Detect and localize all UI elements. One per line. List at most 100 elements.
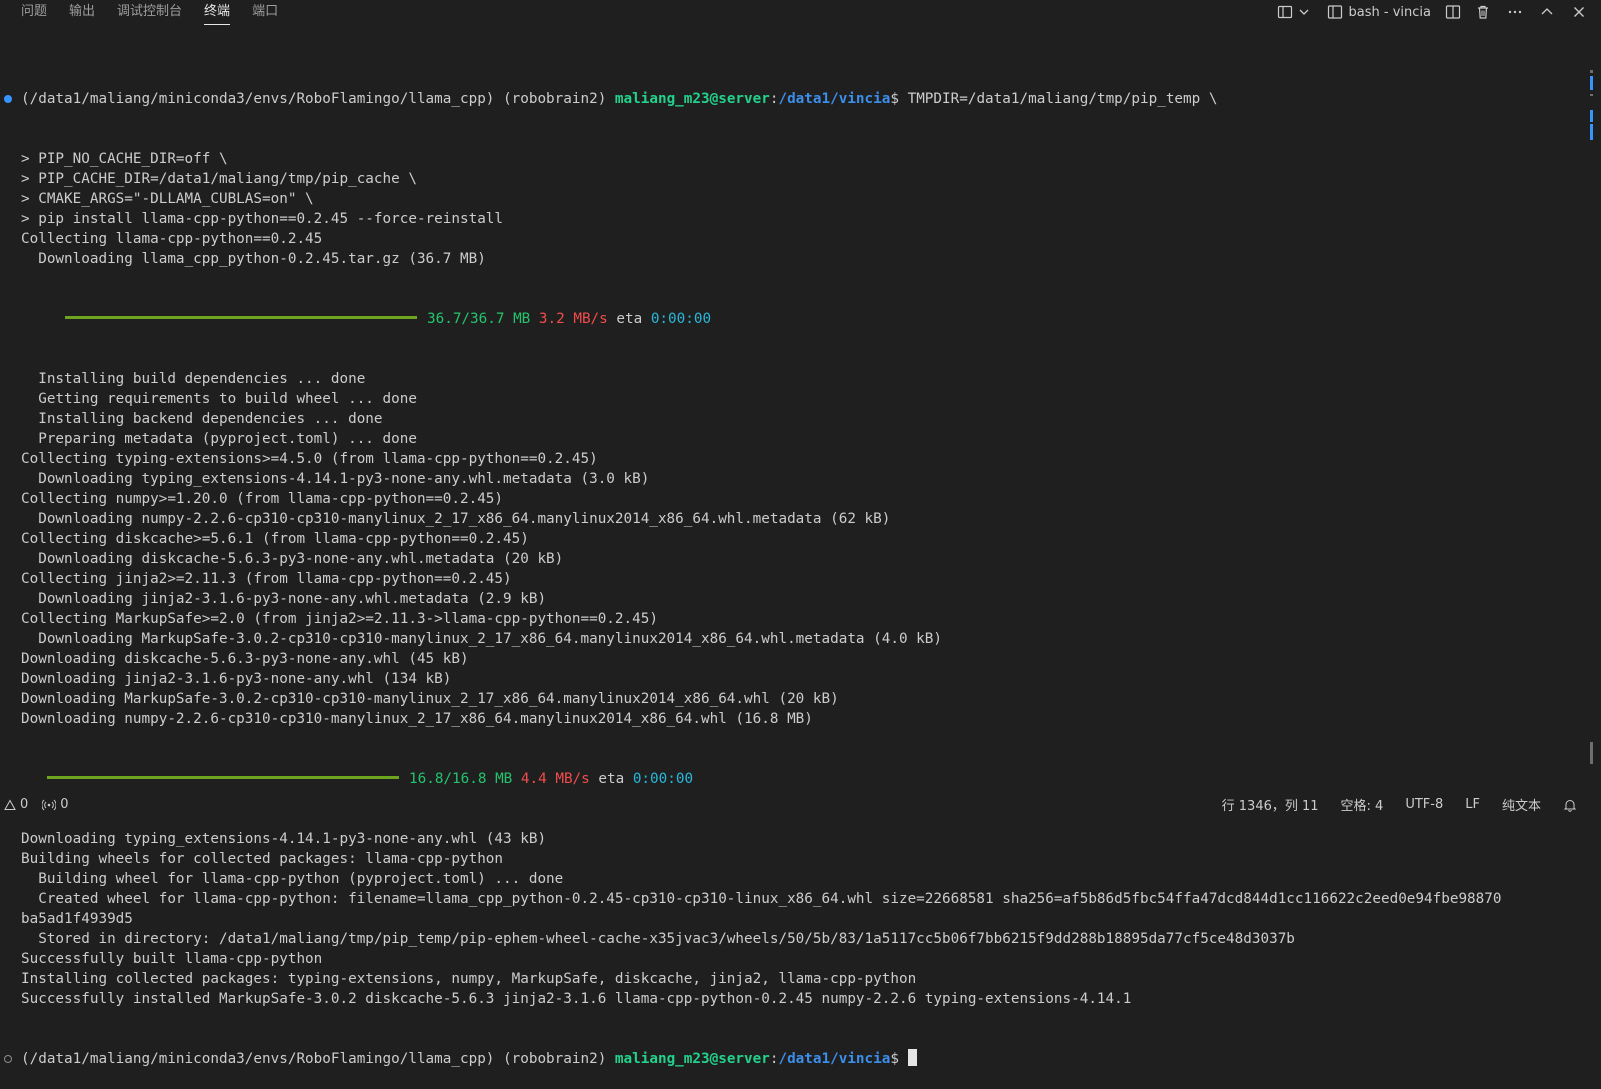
terminal-icon	[1327, 5, 1342, 19]
panel-actions: bash - vincia	[1267, 0, 1601, 24]
terminal-line: Downloading typing_extensions-4.14.1-py3…	[21, 831, 547, 847]
terminal-line: Downloading diskcache-5.6.3-py3-none-any…	[21, 651, 469, 667]
prompt-cwd: /data1/vincia	[778, 1051, 891, 1067]
status-bar: 0 0 行 1346，列 11 空格: 4 UTF-8 LF 纯文本	[0, 792, 1601, 817]
terminal-line: Downloading jinja2-3.1.6-py3-none-any.wh…	[21, 591, 547, 607]
scroll-mark	[1590, 742, 1593, 764]
progress-speed: 4.4 MB/s	[520, 771, 590, 787]
split-layout-icon	[1277, 5, 1292, 19]
terminal-line: Successfully built llama-cpp-python	[21, 951, 323, 967]
terminal-line-command: (/data1/maliang/miniconda3/envs/RoboFlam…	[0, 89, 1580, 109]
cursor-position[interactable]: 行 1346，列 11	[1222, 795, 1319, 814]
terminal-line: Installing backend dependencies ... done	[21, 411, 383, 427]
prompt-user-host: maliang_m23@server	[614, 1051, 770, 1067]
panel-tabs: 问题 输出 调试控制台 终端 端口	[0, 0, 289, 25]
progress-bar	[65, 315, 417, 319]
terminal-line: Downloading numpy-2.2.6-cp310-cp310-many…	[21, 511, 891, 527]
progress-size: 36.7/36.7 MB	[427, 311, 531, 327]
terminal-line: Preparing metadata (pyproject.toml) ... …	[21, 431, 417, 447]
chevron-down-icon	[1299, 9, 1308, 15]
terminal-line: ba5ad1f4939d5	[21, 911, 133, 927]
terminal-line: Collecting numpy>=1.20.0 (from llama-cpp…	[21, 491, 504, 507]
terminal-line: Downloading MarkupSafe-3.0.2-cp310-cp310…	[21, 631, 942, 647]
scroll-mark	[1590, 70, 1593, 73]
command-success-icon[interactable]	[4, 95, 12, 103]
progress-eta: 0:00:00	[632, 771, 694, 787]
terminal-line: Downloading MarkupSafe-3.0.2-cp310-cp310…	[21, 691, 839, 707]
terminal-line: Successfully installed MarkupSafe-3.0.2 …	[21, 991, 1132, 1007]
warnings-count: 0	[20, 797, 29, 812]
terminal-line: Collecting typing-extensions>=4.5.0 (fro…	[21, 451, 598, 467]
terminal-line: Downloading diskcache-5.6.3-py3-none-any…	[21, 551, 564, 567]
encoding[interactable]: UTF-8	[1405, 797, 1443, 812]
progress-eta-label: eta	[616, 311, 643, 327]
terminal-line: Collecting jinja2>=2.11.3 (from llama-cp…	[21, 571, 512, 587]
prompt-colon: :	[769, 1051, 779, 1067]
tab-debug-console[interactable]: 调试控制台	[106, 0, 193, 22]
prompt-user-host: maliang_m23@server	[614, 91, 770, 107]
tab-problems[interactable]: 问题	[10, 0, 58, 22]
prompt-dollar: $	[890, 1051, 908, 1067]
prompt-env: (/data1/maliang/miniconda3/envs/RoboFlam…	[21, 91, 615, 107]
scroll-mark	[1590, 76, 1593, 90]
tab-terminal[interactable]: 终端	[193, 0, 241, 25]
ports-status[interactable]: 0	[42, 797, 69, 812]
ports-count: 0	[60, 797, 69, 812]
problems-status[interactable]: 0	[4, 797, 28, 812]
maximize-icon	[1541, 8, 1553, 15]
prompt-dollar: $	[890, 91, 908, 107]
terminal-line: > PIP_CACHE_DIR=/data1/maliang/tmp/pip_c…	[21, 171, 417, 187]
end-of-line[interactable]: LF	[1465, 797, 1480, 812]
layout-button[interactable]	[1277, 1, 1311, 23]
terminal-line: Collecting diskcache>=5.6.1 (from llama-…	[21, 531, 529, 547]
more-actions-button[interactable]	[1507, 1, 1523, 23]
terminal-line: Installing collected packages: typing-ex…	[21, 971, 917, 987]
close-panel-button[interactable]	[1571, 1, 1587, 23]
progress-eta: 0:00:00	[650, 311, 712, 327]
command-pending-icon[interactable]	[4, 1055, 12, 1063]
terminal-line: > pip install llama-cpp-python==0.2.45 -…	[21, 211, 504, 227]
terminal-line: Stored in directory: /data1/maliang/tmp/…	[21, 931, 1295, 947]
language-mode[interactable]: 纯文本	[1502, 795, 1541, 814]
prompt-env: (/data1/maliang/miniconda3/envs/RoboFlam…	[21, 1051, 615, 1067]
command-text: TMPDIR=/data1/maliang/tmp/pip_temp \	[907, 91, 1218, 107]
terminal-line: Downloading typing_extensions-4.14.1-py3…	[21, 471, 650, 487]
progress-bar	[47, 775, 399, 779]
terminal-line: Downloading llama_cpp_python-0.2.45.tar.…	[21, 251, 486, 267]
terminal-cursor	[907, 1048, 917, 1066]
panel-header: 问题 输出 调试控制台 终端 端口 bash - vincia	[0, 0, 1601, 26]
terminal-line: Building wheel for llama-cpp-python (pyp…	[21, 871, 564, 887]
progress-line: 16.8/16.8 MB 4.4 MB/s eta 0:00:00	[0, 769, 1580, 789]
terminal-line: Downloading jinja2-3.1.6-py3-none-any.wh…	[21, 671, 452, 687]
terminal-selector[interactable]: bash - vincia	[1327, 1, 1431, 23]
terminal-line: Getting requirements to build wheel ... …	[21, 391, 417, 407]
progress-eta-label: eta	[598, 771, 625, 787]
kill-terminal-button[interactable]	[1475, 1, 1491, 23]
indentation[interactable]: 空格: 4	[1341, 795, 1384, 814]
prompt-cwd: /data1/vincia	[778, 91, 891, 107]
progress-size: 16.8/16.8 MB	[409, 771, 513, 787]
notifications-button[interactable]	[1563, 798, 1581, 812]
terminal-line: Created wheel for llama-cpp-python: file…	[21, 891, 1502, 907]
split-terminal-button[interactable]	[1445, 1, 1461, 23]
tab-output[interactable]: 输出	[58, 0, 106, 22]
more-icon	[1508, 10, 1522, 14]
bell-icon	[1563, 799, 1577, 812]
terminal-line-prompt: (/data1/maliang/miniconda3/envs/RoboFlam…	[0, 1048, 1580, 1069]
broadcast-icon	[42, 799, 57, 810]
warning-icon	[4, 798, 16, 810]
scroll-mark	[1590, 94, 1593, 96]
maximize-panel-button[interactable]	[1539, 1, 1555, 23]
terminal-output[interactable]: (/data1/maliang/miniconda3/envs/RoboFlam…	[0, 49, 1580, 1089]
split-terminal-icon	[1445, 5, 1461, 19]
terminal-line: Downloading numpy-2.2.6-cp310-cp310-many…	[21, 711, 813, 727]
scroll-mark	[1590, 124, 1593, 140]
terminal-name: bash - vincia	[1348, 4, 1431, 20]
tab-ports[interactable]: 端口	[241, 0, 289, 22]
terminal-line: > CMAKE_ARGS="-DLLAMA_CUBLAS=on" \	[21, 191, 314, 207]
terminal-line: > PIP_NO_CACHE_DIR=off \	[21, 151, 228, 167]
trash-icon	[1478, 5, 1488, 19]
terminal-line: Building wheels for collected packages: …	[21, 851, 504, 867]
terminal-line: Installing build dependencies ... done	[21, 371, 366, 387]
progress-line: 36.7/36.7 MB 3.2 MB/s eta 0:00:00	[0, 309, 1580, 329]
